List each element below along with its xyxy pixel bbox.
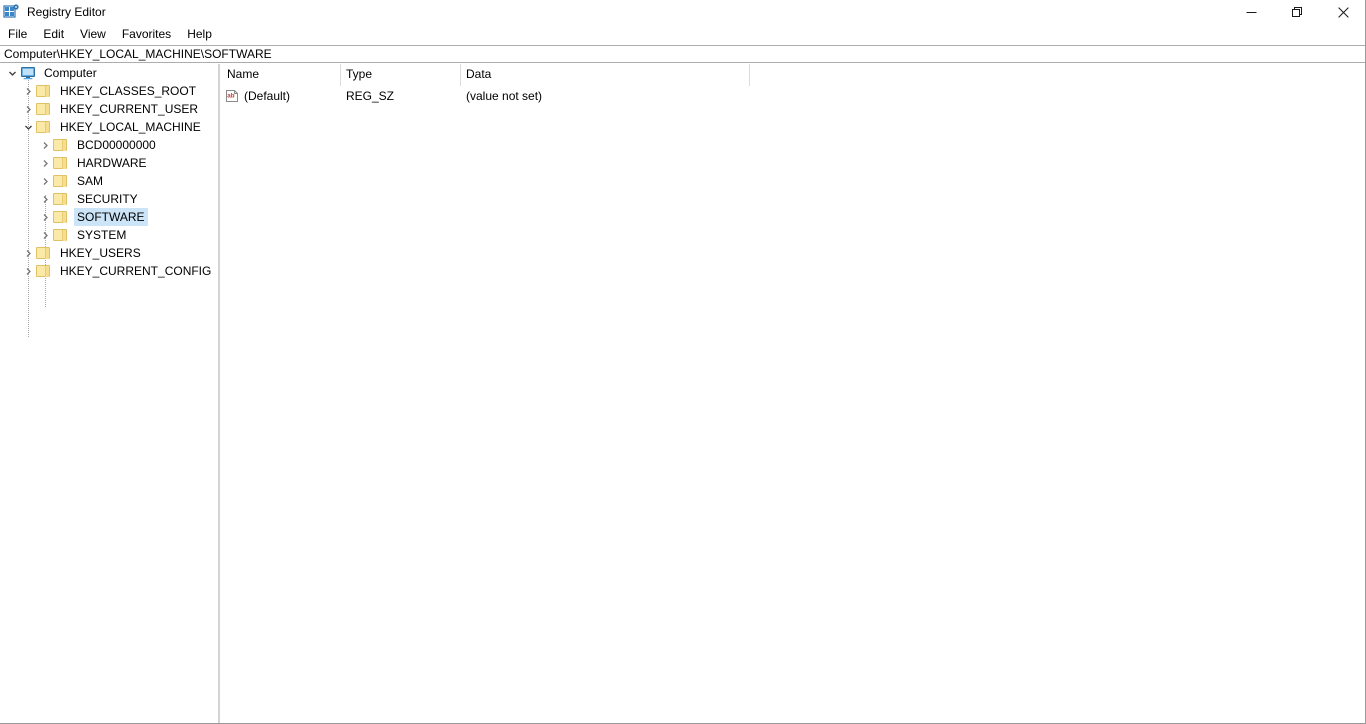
tree-node-bcd00000000[interactable]: BCD00000000 (0, 136, 218, 154)
chevron-right-icon[interactable] (20, 100, 36, 118)
minimize-icon (1246, 7, 1257, 18)
chevron-right-icon[interactable] (37, 136, 53, 154)
maximize-button[interactable] (1274, 0, 1320, 24)
value-data-cell: (value not set) (461, 86, 750, 106)
tree-node-security[interactable]: SECURITY (0, 190, 218, 208)
registry-icon (3, 4, 19, 20)
folder-icon (53, 155, 69, 171)
list-column-headers: Name Type Data (222, 64, 750, 86)
maximize-restore-icon (1292, 7, 1303, 18)
title-bar: Registry Editor (0, 0, 1366, 24)
column-header-data[interactable]: Data (461, 64, 750, 86)
minimize-button[interactable] (1228, 0, 1274, 24)
tree-node-label: SYSTEM (74, 226, 129, 244)
tree-node-label: HARDWARE (74, 154, 150, 172)
tree-node-software[interactable]: SOFTWARE (0, 208, 218, 226)
tree-node-label: SAM (74, 172, 106, 190)
folder-icon (36, 119, 52, 135)
tree-node-label: HKEY_CLASSES_ROOT (57, 82, 199, 100)
chevron-down-icon[interactable] (4, 64, 20, 82)
list-body: ab (Default) REG_SZ (value not set) (222, 86, 1366, 106)
chevron-right-icon[interactable] (37, 154, 53, 172)
close-icon (1338, 7, 1349, 18)
tree-node-hardware[interactable]: HARDWARE (0, 154, 218, 172)
close-button[interactable] (1320, 0, 1366, 24)
tree-node-label: SECURITY (74, 190, 141, 208)
tree-node-sam[interactable]: SAM (0, 172, 218, 190)
chevron-right-icon[interactable] (37, 226, 53, 244)
value-name-cell: ab (Default) (222, 86, 341, 106)
registry-tree-pane[interactable]: Computer HKEY_CLASSES_ROOT (0, 64, 218, 724)
pane-splitter[interactable] (218, 64, 220, 724)
chevron-right-icon[interactable] (20, 244, 36, 262)
tree-node-label: Computer (41, 64, 100, 82)
tree-node-label: SOFTWARE (74, 208, 148, 226)
folder-icon (53, 191, 69, 207)
chevron-right-icon[interactable] (37, 172, 53, 190)
address-bar[interactable]: Computer\HKEY_LOCAL_MACHINE\SOFTWARE (0, 45, 1366, 63)
table-row[interactable]: ab (Default) REG_SZ (value not set) (222, 86, 1366, 106)
folder-icon (53, 137, 69, 153)
column-header-type[interactable]: Type (341, 64, 461, 86)
menu-item-file[interactable]: File (0, 24, 35, 44)
tree-node-system[interactable]: SYSTEM (0, 226, 218, 244)
string-value-icon: ab (225, 89, 239, 103)
menu-item-edit[interactable]: Edit (35, 24, 72, 44)
value-type-cell: REG_SZ (341, 86, 461, 106)
chevron-right-icon[interactable] (20, 82, 36, 100)
folder-icon (36, 83, 52, 99)
menu-bar: File Edit View Favorites Help (0, 24, 1366, 44)
content-area: Computer HKEY_CLASSES_ROOT (0, 64, 1366, 724)
folder-icon (36, 245, 52, 261)
registry-tree: Computer HKEY_CLASSES_ROOT (0, 64, 218, 280)
tree-node-hkey-users[interactable]: HKEY_USERS (0, 244, 218, 262)
svg-text:ab: ab (227, 93, 234, 100)
tree-node-hkey-local-machine[interactable]: HKEY_LOCAL_MACHINE (0, 118, 218, 136)
tree-node-computer[interactable]: Computer (0, 64, 218, 82)
folder-icon (36, 263, 52, 279)
window-controls (1228, 0, 1366, 24)
tree-node-label: BCD00000000 (74, 136, 159, 154)
tree-node-label: HKEY_LOCAL_MACHINE (57, 118, 204, 136)
tree-node-label: HKEY_CURRENT_CONFIG (57, 262, 214, 280)
menu-item-help[interactable]: Help (179, 24, 220, 44)
tree-node-hkey-current-user[interactable]: HKEY_CURRENT_USER (0, 100, 218, 118)
window-title: Registry Editor (27, 0, 106, 24)
tree-node-hkey-classes-root[interactable]: HKEY_CLASSES_ROOT (0, 82, 218, 100)
column-header-name[interactable]: Name (222, 64, 341, 86)
folder-icon (53, 209, 69, 225)
tree-node-label: HKEY_CURRENT_USER (57, 100, 201, 118)
chevron-right-icon[interactable] (37, 190, 53, 208)
tree-node-label: HKEY_USERS (57, 244, 144, 262)
menu-item-view[interactable]: View (72, 24, 114, 44)
tree-node-hkey-current-config[interactable]: HKEY_CURRENT_CONFIG (0, 262, 218, 280)
chevron-right-icon[interactable] (20, 262, 36, 280)
computer-icon (20, 65, 36, 81)
chevron-right-icon[interactable] (37, 208, 53, 226)
value-name-text: (Default) (244, 86, 290, 106)
address-path-text: Computer\HKEY_LOCAL_MACHINE\SOFTWARE (0, 46, 272, 62)
folder-icon (53, 173, 69, 189)
folder-icon (53, 227, 69, 243)
chevron-down-icon[interactable] (20, 118, 36, 136)
menu-item-favorites[interactable]: Favorites (114, 24, 179, 44)
folder-icon (36, 101, 52, 117)
registry-editor-window: Registry Editor File (0, 0, 1366, 724)
registry-values-pane[interactable]: Name Type Data ab (Default) (222, 64, 1366, 724)
